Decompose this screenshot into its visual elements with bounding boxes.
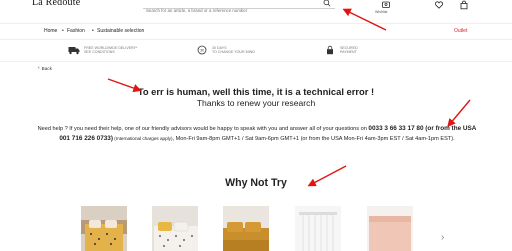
account-icon[interactable] [381, 0, 391, 10]
phone-number-fr[interactable]: 0033 3 66 33 17 80 [368, 125, 423, 132]
truck-icon [68, 47, 80, 55]
header: La Redoute Wishlist [0, 0, 512, 22]
chevron-left-icon: ‹ [38, 65, 40, 71]
why-not-try-heading: Why Not Try [225, 177, 287, 189]
chevron-right-icon[interactable]: › [441, 232, 444, 243]
feature-returns: 30 30 days to change your mind [196, 45, 255, 55]
help-hours: , Mon-Fri 9am-8pm GMT+1 / Sat 9am-6pm GM… [172, 136, 455, 142]
wishlist-label[interactable]: Wishlist [375, 10, 387, 14]
product-thumbnail[interactable] [81, 206, 127, 251]
help-or-usa: (or from the USA [423, 125, 477, 132]
bag-icon[interactable] [459, 0, 469, 10]
product-thumbnail[interactable] [295, 206, 341, 251]
search-bar[interactable] [143, 0, 335, 15]
nav-separator: • [92, 28, 94, 34]
features-bar: Free worldwide delivery* See conditions … [0, 40, 512, 62]
nav-item-fashion[interactable]: Fashion [67, 28, 85, 34]
feature-returns-line2: to change your mind [212, 50, 255, 54]
back-link[interactable]: ‹ Back [38, 65, 52, 71]
logo[interactable]: La Redoute [32, 0, 80, 8]
help-text: Need help ? If you need their help, one … [36, 124, 478, 144]
return-30-days-icon: 30 [197, 45, 207, 55]
feature-secured-payment: Secured payment [324, 45, 358, 55]
nav-separator: • [62, 28, 64, 34]
nav-item-home[interactable]: Home [44, 28, 57, 34]
product-thumbnail[interactable] [223, 206, 269, 251]
nav-item-sustainable-selection[interactable]: Sustainable selection [97, 28, 144, 34]
product-thumbnail[interactable] [152, 206, 198, 251]
back-label: Back [41, 65, 52, 71]
nav-item-outlet[interactable]: Outlet [454, 28, 467, 34]
help-intro: Need help ? If you need their help, one … [37, 126, 369, 132]
feature-secured-line2: payment [340, 50, 357, 54]
svg-text:30: 30 [200, 48, 204, 52]
secured-payment-icon [327, 45, 333, 55]
help-charges: (International charges apply) [113, 136, 173, 141]
search-icon[interactable] [323, 0, 331, 7]
product-thumbnail[interactable] [367, 206, 413, 251]
search-input[interactable] [143, 6, 313, 15]
phone-number-usa[interactable]: 001 716 226 0733 [59, 135, 111, 142]
error-subtitle: Thanks to renew your research [196, 98, 316, 108]
wishlist-icon[interactable] [434, 0, 444, 10]
feature-delivery[interactable]: Free worldwide delivery* See conditions [68, 45, 137, 55]
feature-delivery-line2: See conditions [84, 50, 115, 54]
main-nav: Home • Fashion • Sustainable selection O… [0, 23, 512, 40]
error-title: To err is human, well this time, it is a… [137, 86, 375, 97]
